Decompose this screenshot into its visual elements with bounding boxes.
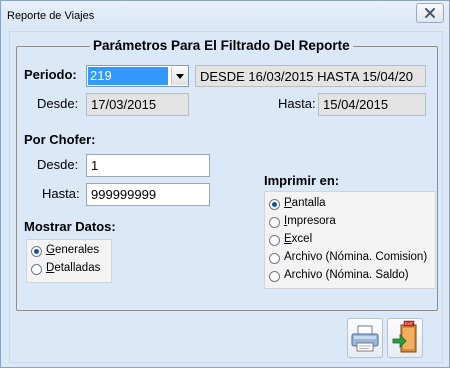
generales-label: enerales	[54, 244, 100, 256]
radio-unselected-icon	[269, 253, 280, 264]
window-title: Reporte de Viajes	[7, 10, 95, 22]
archivo-comision-label: Archivo (Nómina. Comision)	[284, 251, 428, 263]
radio-unselected-icon	[269, 235, 280, 246]
radio-unselected-icon	[269, 271, 280, 282]
excel-label: xcel	[291, 233, 313, 245]
impresora-label: mpresora	[287, 215, 336, 227]
imprimir-en-radiogroup: Pantalla Impresora Excel Archivo (Nómina…	[264, 191, 436, 289]
chofer-hasta-input[interactable]: 999999999	[86, 183, 210, 206]
periodo-selected-value: 219	[88, 67, 168, 85]
detalladas-label: etalladas	[54, 262, 101, 274]
radio-selected-icon	[31, 246, 42, 257]
periodo-dropdown-button[interactable]	[171, 67, 188, 85]
report-window: Reporte de Viajes Parámetros Para El Fil…	[0, 0, 450, 368]
exit-door-icon: EXIT	[392, 320, 417, 353]
pantalla-mnemonic: P	[284, 197, 292, 209]
filter-group-title: Parámetros Para El Filtrado Del Reporte	[90, 38, 353, 53]
pantalla-label: antalla	[291, 197, 326, 209]
mostrar-datos-label: Mostrar Datos:	[24, 219, 116, 234]
exit-button[interactable]: EXIT	[387, 318, 423, 358]
title-bar[interactable]: Reporte de Viajes	[1, 1, 449, 29]
chevron-down-icon	[176, 74, 184, 79]
periodo-label: Periodo:	[24, 67, 77, 82]
periodo-hasta-field: 15/04/2015	[318, 93, 426, 116]
excel-mnemonic: E	[284, 233, 292, 245]
archivo-saldo-label: Archivo (Nómina. Saldo)	[284, 269, 409, 281]
periodo-desde-label: Desde:	[37, 96, 79, 111]
close-button[interactable]	[416, 3, 444, 23]
radio-unselected-icon	[269, 217, 280, 228]
printer-icon	[351, 325, 379, 352]
chofer-hasta-label: Hasta:	[42, 186, 80, 201]
print-button[interactable]	[347, 318, 383, 358]
radio-selected-icon	[269, 199, 280, 210]
imprimir-en-label: Imprimir en:	[264, 173, 340, 188]
periodo-desde-field: 17/03/2015	[86, 93, 189, 116]
periodo-hasta-label: Hasta:	[278, 96, 316, 111]
exit-sign-text: EXIT	[405, 322, 414, 326]
generales-mnemonic: G	[46, 244, 55, 256]
close-icon	[425, 8, 435, 18]
chofer-desde-label: Desde:	[37, 157, 79, 172]
mostrar-datos-radiogroup: Generales Detalladas	[26, 239, 112, 283]
periodo-combobox[interactable]: 219	[86, 65, 189, 87]
periodo-range-display: DESDE 16/03/2015 HASTA 15/04/20	[195, 65, 426, 87]
chofer-section-label: Por Chofer:	[24, 132, 96, 147]
chofer-desde-input[interactable]: 1	[86, 154, 210, 177]
radio-unselected-icon	[31, 264, 42, 275]
